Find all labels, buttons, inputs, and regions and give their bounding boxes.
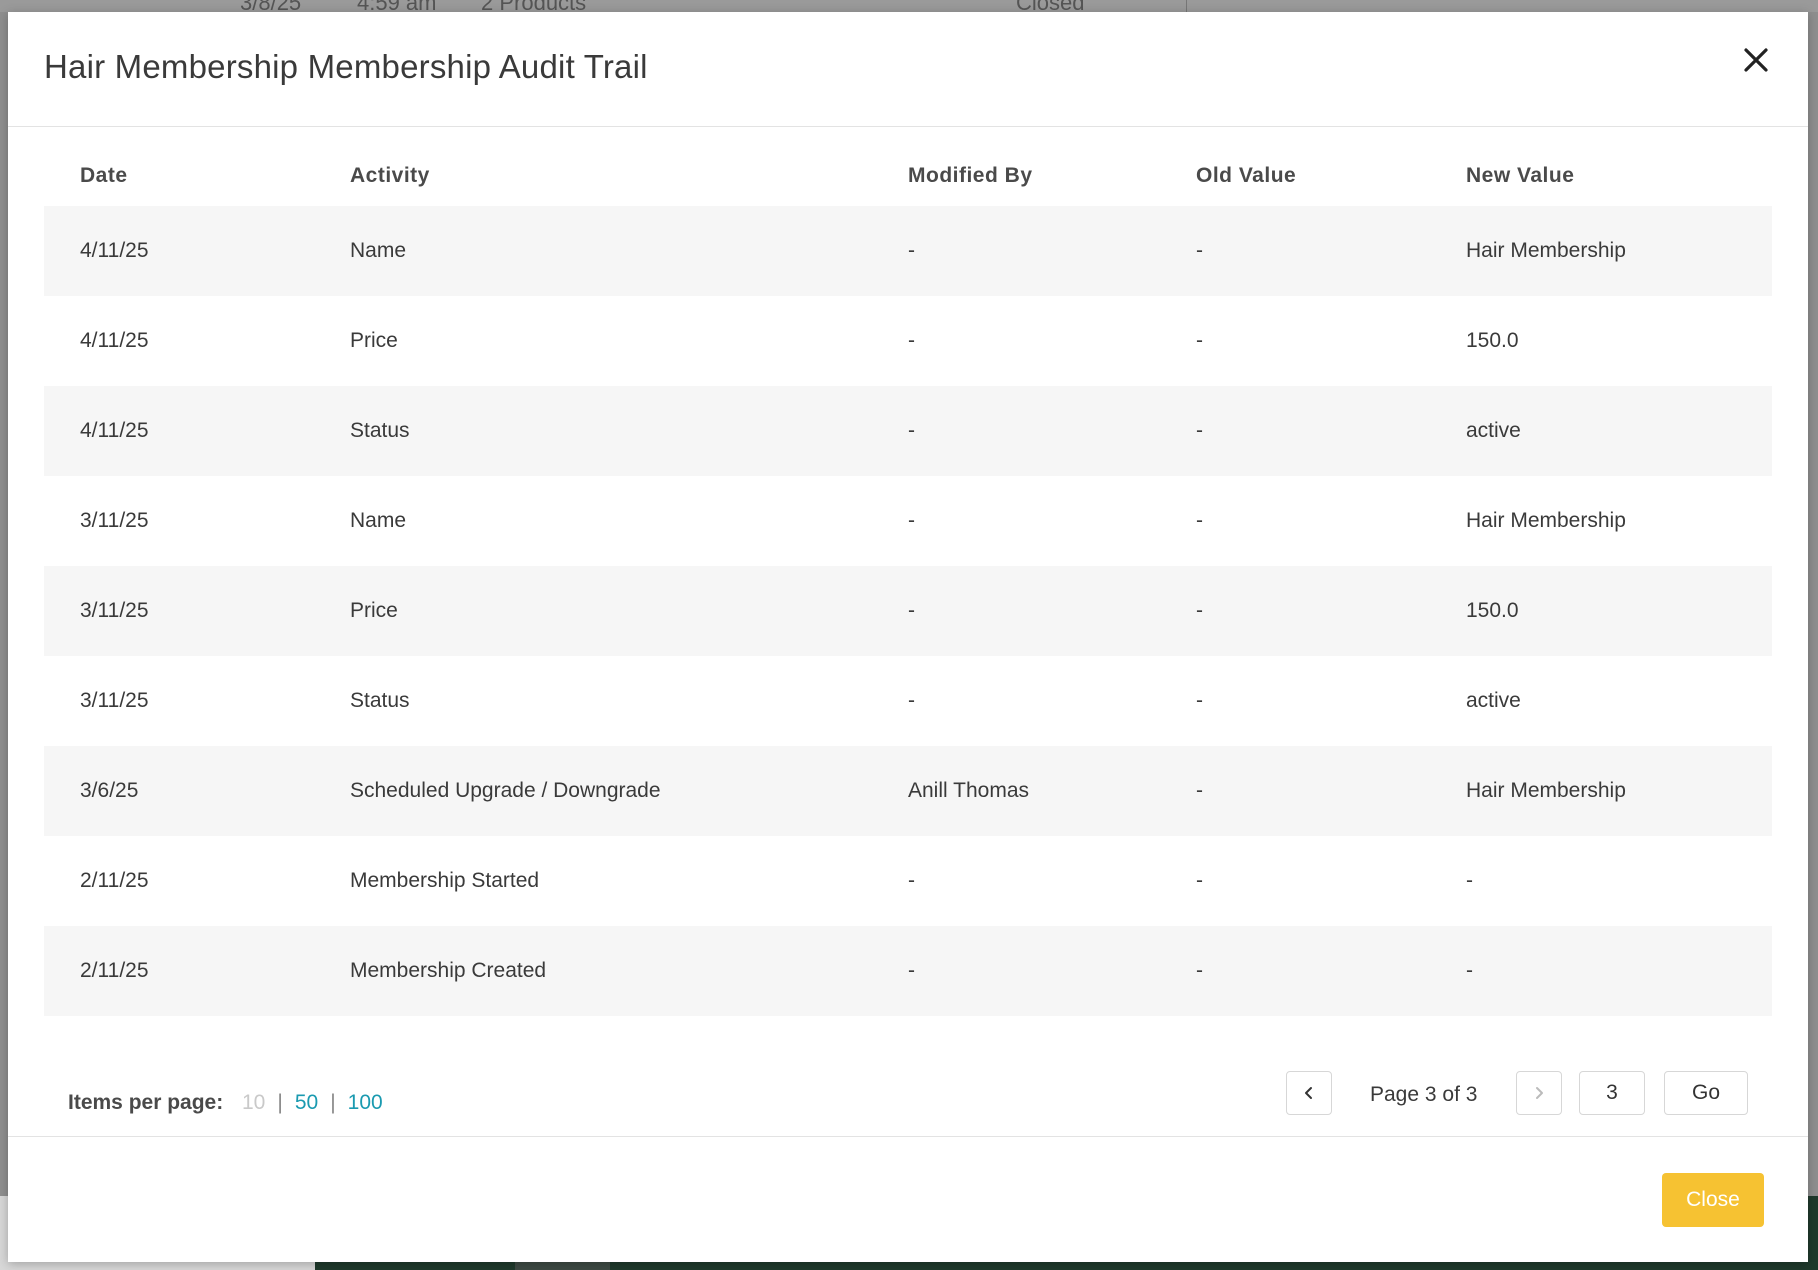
table-header-row: Date Activity Modified By Old Value New … [44,146,1772,206]
cell-activity: Membership Started [350,869,540,892]
chevron-right-icon [1536,1087,1543,1099]
cell-date: 4/11/25 [80,329,149,352]
cell-new-value: - [1466,869,1473,892]
table-row: 2/11/25 Membership Created - - - [44,926,1772,1016]
items-per-page-label: Items per page: [68,1091,224,1114]
background-products: 2 Products [481,0,586,12]
background-divider [1186,0,1187,12]
audit-trail-modal: Hair Membership Membership Audit Trail D… [8,12,1808,1262]
cell-activity: Scheduled Upgrade / Downgrade [350,779,661,802]
cell-new-value: 150.0 [1466,329,1519,352]
cell-date: 2/11/25 [80,869,149,892]
cell-activity: Status [350,689,410,712]
cell-old-value: - [1196,329,1203,352]
cell-date: 3/11/25 [80,599,149,622]
cell-new-value: Hair Membership [1466,779,1626,802]
table-row: 4/11/25 Price - - 150.0 [44,296,1772,386]
table-row: 3/6/25 Scheduled Upgrade / Downgrade Ani… [44,746,1772,836]
cell-new-value: - [1466,959,1473,982]
modal-header: Hair Membership Membership Audit Trail [8,12,1808,127]
cell-activity: Name [350,509,407,532]
cell-activity: Price [350,329,398,352]
cell-new-value: active [1466,419,1521,442]
cell-activity: Price [350,599,398,622]
items-per-page-options: 10 | 50 | 100 [242,1091,383,1115]
background-date: 3/8/25 [240,0,301,12]
separator: | [330,1091,336,1114]
cell-old-value: - [1196,239,1203,262]
cell-new-value: 150.0 [1466,599,1519,622]
cell-modified-by: - [908,509,915,532]
previous-page-button[interactable] [1286,1071,1332,1115]
cell-date: 3/11/25 [80,509,149,532]
table-row: 3/11/25 Name - - Hair Membership [44,476,1772,566]
pagination-bar: Items per page: 10 | 50 | 100 Page 3 of 3 3 … [8,1057,1808,1147]
items-per-page-100[interactable]: 100 [348,1091,383,1114]
cell-modified-by: - [908,239,915,262]
close-icon[interactable] [1740,44,1772,76]
cell-date: 4/11/25 [80,239,149,262]
modal-title: Hair Membership Membership Audit Trail [44,48,648,85]
column-header-activity: Activity [350,164,430,187]
cell-old-value: - [1196,779,1203,802]
cell-old-value: - [1196,599,1203,622]
column-header-modified-by: Modified By [908,164,1033,187]
items-per-page-50[interactable]: 50 [295,1091,318,1114]
cell-modified-by: - [908,419,915,442]
column-header-date: Date [80,164,128,187]
modal-footer: Close [8,1136,1808,1263]
cell-modified-by: Anill Thomas [908,779,1029,802]
table-row: 3/11/25 Status - - active [44,656,1772,746]
background-page-strip: 3/8/25 4:59 am 2 Products Closed [0,0,1818,12]
cell-modified-by: - [908,959,915,982]
cell-new-value: Hair Membership [1466,239,1626,262]
cell-modified-by: - [908,329,915,352]
cell-activity: Membership Created [350,959,547,982]
cell-date: 4/11/25 [80,419,149,442]
table-row: 3/11/25 Price - - 150.0 [44,566,1772,656]
cell-new-value: active [1466,689,1521,712]
table-row: 2/11/25 Membership Started - - - [44,836,1772,926]
cell-date: 2/11/25 [80,959,149,982]
cell-modified-by: - [908,599,915,622]
cell-old-value: - [1196,419,1203,442]
table-row: 4/11/25 Name - - Hair Membership [44,206,1772,296]
cell-modified-by: - [908,689,915,712]
cell-old-value: - [1196,959,1203,982]
column-header-new-value: New Value [1466,164,1575,187]
items-per-page-10: 10 [242,1091,266,1114]
close-button[interactable]: Close [1662,1173,1764,1227]
cell-old-value: - [1196,509,1203,532]
cell-new-value: Hair Membership [1466,509,1626,532]
cell-modified-by: - [908,869,915,892]
audit-table: Date Activity Modified By Old Value New … [44,146,1772,1016]
cell-activity: Status [350,419,410,442]
cell-date: 3/6/25 [80,779,139,802]
cell-old-value: - [1196,689,1203,712]
column-header-old-value: Old Value [1196,164,1297,187]
background-time: 4:59 am [357,0,437,12]
chevron-left-icon [1305,1087,1312,1099]
cell-date: 3/11/25 [80,689,149,712]
background-status: Closed [1016,0,1084,12]
page-indicator: Page 3 of 3 [1370,1083,1478,1106]
go-button[interactable]: Go [1664,1071,1748,1115]
page-number-input[interactable]: 3 [1579,1071,1645,1115]
cell-old-value: - [1196,869,1203,892]
cell-activity: Name [350,239,407,262]
next-page-button[interactable] [1516,1071,1562,1115]
table-row: 4/11/25 Status - - active [44,386,1772,476]
separator: | [277,1091,283,1114]
